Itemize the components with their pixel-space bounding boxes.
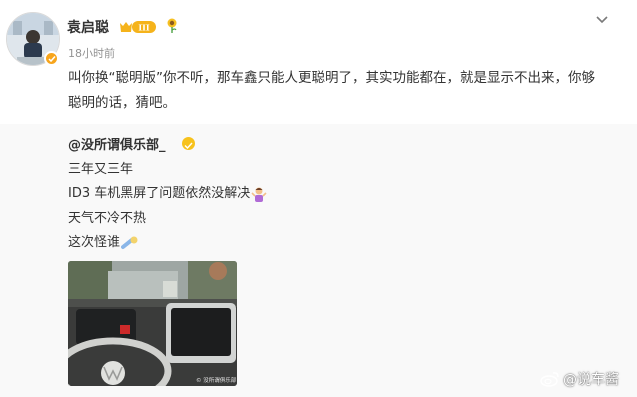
repost-verified-badge-icon xyxy=(182,137,195,150)
repost-author-link[interactable]: @没所谓俱乐部_ xyxy=(68,134,166,153)
vip-crown-icon[interactable]: III xyxy=(118,20,158,34)
pointing-emoji-icon xyxy=(121,236,138,249)
vip-level-text: III xyxy=(138,23,149,33)
repost-line-2: ID3 车机黑屏了问题依然没解决 xyxy=(68,182,267,202)
post-body-text: 叫你换“聪明版”你不听，那车鑫只能人更聪明了，其实功能都在，就是显示不出来，你够… xyxy=(68,70,595,111)
repost-line-4: 这次怪谁 xyxy=(68,231,139,250)
username[interactable]: 袁启聪 xyxy=(67,17,109,37)
person-shrugging-emoji-icon xyxy=(251,187,267,202)
verified-badge-icon xyxy=(44,51,59,66)
chevron-down-icon[interactable] xyxy=(594,14,610,26)
repost-line-1: 三年又三年 xyxy=(68,162,134,177)
repost-line-3: 天气不冷不热 xyxy=(68,211,147,226)
post-timestamp[interactable]: 18小时前 xyxy=(68,45,115,61)
sunflower-icon xyxy=(167,18,177,33)
image-caption: © 没所谓俱乐部 xyxy=(196,378,237,384)
repost-image[interactable]: © 没所谓俱乐部 xyxy=(68,261,237,386)
watermark-text: @说车酱 xyxy=(563,372,619,388)
watermark: @说车酱 xyxy=(540,369,619,389)
weibo-logo-icon xyxy=(540,372,559,387)
